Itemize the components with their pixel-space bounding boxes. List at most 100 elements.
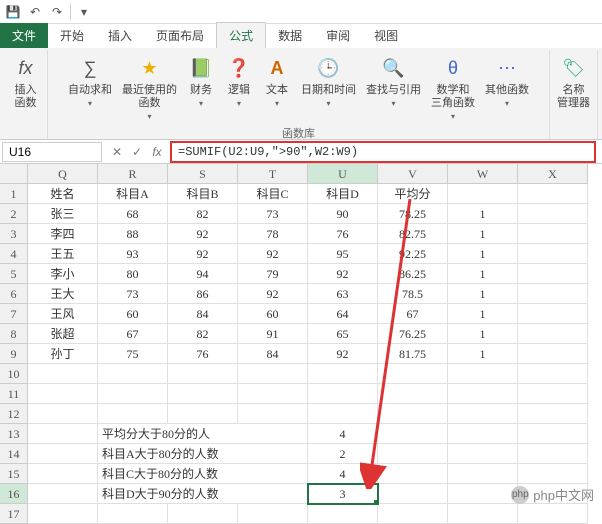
row-header[interactable]: 12 xyxy=(0,404,28,424)
cell[interactable] xyxy=(378,464,448,484)
cell[interactable]: 63 xyxy=(308,284,378,304)
col-header[interactable]: U xyxy=(308,164,378,184)
redo-icon[interactable]: ↷ xyxy=(48,3,66,21)
cell[interactable]: 孙丁 xyxy=(28,344,98,364)
cell[interactable]: 93 xyxy=(98,244,168,264)
cell[interactable] xyxy=(448,404,518,424)
cell[interactable] xyxy=(518,504,588,524)
tab-file[interactable]: 文件 xyxy=(0,23,48,48)
col-header[interactable]: W xyxy=(448,164,518,184)
cell[interactable]: 4 xyxy=(308,424,378,444)
cell[interactable] xyxy=(98,404,168,424)
col-header[interactable]: S xyxy=(168,164,238,184)
name-box[interactable] xyxy=(2,142,102,162)
row-header[interactable]: 2 xyxy=(0,204,28,224)
cell[interactable]: 76.25 xyxy=(378,324,448,344)
cell[interactable]: 李小 xyxy=(28,264,98,284)
cell[interactable] xyxy=(98,364,168,384)
tab-home[interactable]: 开始 xyxy=(48,23,96,48)
cell[interactable]: 4 xyxy=(308,464,378,484)
cell[interactable] xyxy=(308,404,378,424)
cell[interactable]: 李四 xyxy=(28,224,98,244)
cell[interactable]: 科目A xyxy=(98,184,168,204)
cell[interactable]: 92 xyxy=(238,244,308,264)
cell[interactable] xyxy=(28,384,98,404)
cell[interactable] xyxy=(518,284,588,304)
cell[interactable]: 60 xyxy=(98,304,168,324)
cell[interactable] xyxy=(28,504,98,524)
row-header[interactable]: 7 xyxy=(0,304,28,324)
cell[interactable] xyxy=(168,364,238,384)
col-header[interactable]: Q xyxy=(28,164,98,184)
cell[interactable] xyxy=(448,464,518,484)
row-header[interactable]: 9 xyxy=(0,344,28,364)
formula-bar[interactable]: =SUMIF(U2:U9,">90",W2:W9) xyxy=(170,141,596,163)
cell[interactable] xyxy=(378,444,448,464)
row-header[interactable]: 17 xyxy=(0,504,28,524)
cell[interactable]: 科目C xyxy=(238,184,308,204)
row-header[interactable]: 15 xyxy=(0,464,28,484)
tab-layout[interactable]: 页面布局 xyxy=(144,23,216,48)
cell[interactable] xyxy=(518,324,588,344)
cell[interactable]: 1 xyxy=(448,344,518,364)
cell[interactable]: 1 xyxy=(448,304,518,324)
cell[interactable]: 1 xyxy=(448,284,518,304)
cell[interactable]: 82.75 xyxy=(378,224,448,244)
cell[interactable]: 科目A大于80分的人数 xyxy=(98,444,308,464)
row-header[interactable]: 14 xyxy=(0,444,28,464)
cell[interactable]: 科目B xyxy=(168,184,238,204)
col-header[interactable]: R xyxy=(98,164,168,184)
cell[interactable]: 84 xyxy=(168,304,238,324)
cell[interactable] xyxy=(378,484,448,504)
cell[interactable] xyxy=(28,484,98,504)
col-header[interactable]: T xyxy=(238,164,308,184)
cell[interactable] xyxy=(308,364,378,384)
cell[interactable] xyxy=(308,384,378,404)
cell[interactable]: 90 xyxy=(308,204,378,224)
tab-insert[interactable]: 插入 xyxy=(96,23,144,48)
qat-more-icon[interactable]: ▾ xyxy=(75,3,93,21)
row-header[interactable]: 3 xyxy=(0,224,28,244)
cell[interactable]: 92 xyxy=(238,284,308,304)
row-header[interactable]: 10 xyxy=(0,364,28,384)
cell[interactable] xyxy=(518,244,588,264)
cell[interactable]: 1 xyxy=(448,244,518,264)
cell-selected[interactable]: 3 xyxy=(308,484,378,504)
cell[interactable] xyxy=(518,204,588,224)
cell[interactable]: 2 xyxy=(308,444,378,464)
cell[interactable] xyxy=(378,424,448,444)
cell[interactable] xyxy=(28,364,98,384)
enter-icon[interactable]: ✓ xyxy=(128,145,146,159)
tab-review[interactable]: 审阅 xyxy=(314,23,362,48)
cell[interactable]: 1 xyxy=(448,324,518,344)
cell[interactable] xyxy=(28,444,98,464)
cell[interactable]: 91 xyxy=(238,324,308,344)
cell[interactable]: 64 xyxy=(308,304,378,324)
cancel-icon[interactable]: ✕ xyxy=(108,145,126,159)
cell[interactable]: 81.75 xyxy=(378,344,448,364)
cell[interactable] xyxy=(448,184,518,204)
cell[interactable]: 76 xyxy=(308,224,378,244)
insert-function-button[interactable]: fx 插入函数 xyxy=(8,52,44,112)
cell[interactable]: 82 xyxy=(168,324,238,344)
cell[interactable]: 88 xyxy=(98,224,168,244)
datetime-button[interactable]: 🕒 日期和时间 ▾ xyxy=(297,52,360,123)
cell[interactable] xyxy=(308,504,378,524)
cell[interactable] xyxy=(98,504,168,524)
cell[interactable] xyxy=(98,384,168,404)
row-header[interactable]: 1 xyxy=(0,184,28,204)
row-header[interactable]: 16 xyxy=(0,484,28,504)
cell[interactable]: 1 xyxy=(448,264,518,284)
tab-formulas[interactable]: 公式 xyxy=(216,22,266,48)
row-header[interactable]: 5 xyxy=(0,264,28,284)
cell[interactable] xyxy=(518,184,588,204)
cell[interactable]: 78 xyxy=(238,224,308,244)
cell[interactable] xyxy=(238,364,308,384)
cell[interactable] xyxy=(518,364,588,384)
cell[interactable]: 76 xyxy=(168,344,238,364)
cell[interactable]: 78.25 xyxy=(378,204,448,224)
cell[interactable] xyxy=(518,384,588,404)
math-button[interactable]: θ 数学和 三角函数 ▾ xyxy=(427,52,479,123)
cell[interactable]: 科目C大于80分的人数 xyxy=(98,464,308,484)
cell[interactable] xyxy=(518,224,588,244)
